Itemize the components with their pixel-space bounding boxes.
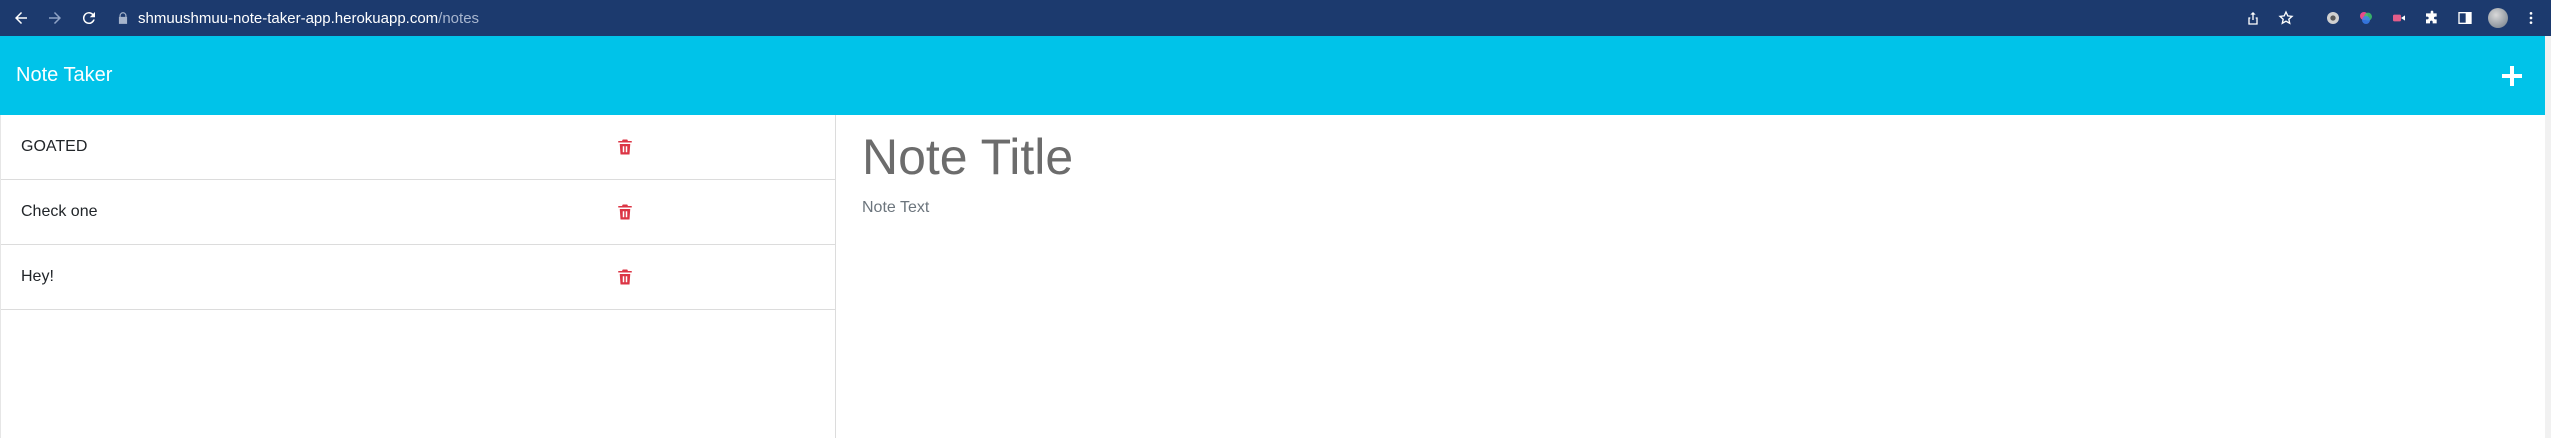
- app-navbar: Note Taker: [0, 36, 2545, 115]
- note-editor: Note Title Note Text: [862, 115, 2532, 438]
- color-picker-extension-icon[interactable]: [2356, 8, 2376, 28]
- note-text-area[interactable]: Note Text: [862, 199, 2532, 217]
- share-icon[interactable]: [2243, 8, 2263, 28]
- browser-toolbar: shmuushmuu-note-taker-app.herokuapp.com /…: [0, 0, 2551, 36]
- note-title-label: GOATED: [21, 138, 88, 155]
- trash-icon: [618, 269, 632, 285]
- trash-icon: [618, 139, 632, 155]
- sidebar-icon[interactable]: [2455, 8, 2475, 28]
- extension-icon[interactable]: [2323, 8, 2343, 28]
- delete-note-button[interactable]: [615, 201, 635, 223]
- url-path: /notes: [438, 9, 480, 27]
- forward-icon[interactable]: [42, 5, 68, 31]
- app-title[interactable]: Note Taker: [16, 64, 112, 87]
- video-extension-icon[interactable]: [2389, 8, 2409, 28]
- delete-note-button[interactable]: [615, 266, 635, 288]
- note-list: GOATED Check one Hey!: [0, 115, 836, 438]
- address-bar[interactable]: shmuushmuu-note-taker-app.herokuapp.com /…: [116, 5, 2230, 31]
- list-item[interactable]: Check one: [1, 180, 835, 245]
- note-title-input[interactable]: Note Title: [862, 127, 2532, 187]
- reload-icon[interactable]: [76, 5, 102, 31]
- profile-avatar[interactable]: [2488, 8, 2508, 28]
- list-item[interactable]: GOATED: [1, 115, 835, 180]
- star-icon[interactable]: [2276, 8, 2296, 28]
- note-title-label: Hey!: [21, 268, 54, 285]
- note-title-label: Check one: [21, 203, 98, 220]
- trash-icon: [618, 204, 632, 220]
- puzzle-icon[interactable]: [2422, 8, 2442, 28]
- delete-note-button[interactable]: [615, 136, 635, 158]
- lock-icon: [118, 12, 128, 24]
- back-icon[interactable]: [8, 5, 34, 31]
- plus-icon: [2502, 65, 2522, 86]
- list-item[interactable]: Hey!: [1, 245, 835, 310]
- new-note-button[interactable]: [2499, 63, 2525, 89]
- url-host: shmuushmuu-note-taker-app.herokuapp.com: [138, 9, 439, 27]
- scrollbar[interactable]: [2545, 36, 2551, 438]
- menu-icon[interactable]: [2521, 8, 2541, 28]
